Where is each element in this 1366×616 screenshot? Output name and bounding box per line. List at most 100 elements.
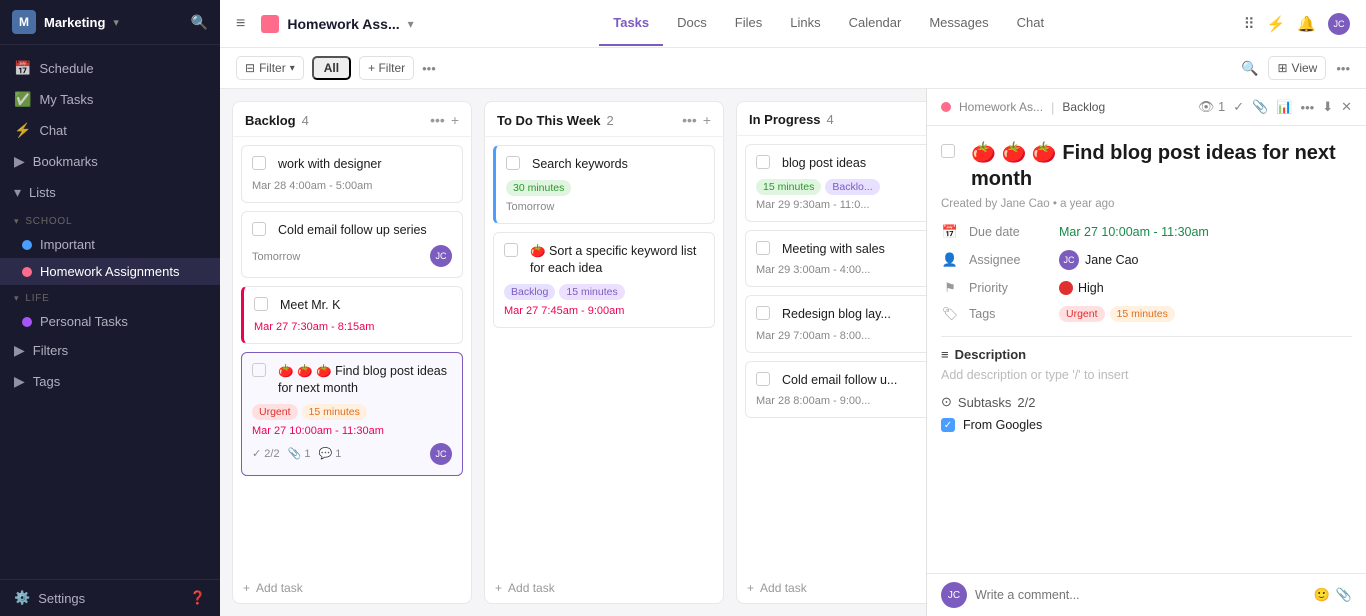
- emoji-icon[interactable]: 🙂: [1314, 587, 1330, 603]
- card-checkbox[interactable]: [506, 156, 520, 170]
- comment-icon: 💬 1: [318, 447, 341, 460]
- card-checkbox[interactable]: [756, 241, 770, 255]
- field-label-due-date: Due date: [969, 225, 1049, 239]
- tag-minutes[interactable]: 15 minutes: [1110, 306, 1175, 322]
- detail-checkbox[interactable]: [941, 144, 955, 158]
- card-checkbox[interactable]: [252, 156, 266, 170]
- more-options-icon[interactable]: •••: [422, 61, 436, 76]
- field-priority: ⚑ Priority High: [941, 280, 1352, 296]
- card-keyword-list[interactable]: 🍅 Sort a specific keyword list for each …: [493, 232, 715, 328]
- tab-chat[interactable]: Chat: [1003, 1, 1058, 46]
- card-cold-email[interactable]: Cold email follow up series Tomorrow JC: [241, 211, 463, 279]
- add-filter-button[interactable]: + Filter: [359, 56, 414, 80]
- add-icon: +: [747, 581, 754, 595]
- sidebar-item-filters[interactable]: ▶ Filters: [0, 335, 220, 366]
- workspace-switcher[interactable]: M Marketing ▾: [12, 10, 119, 34]
- chevron-right-filters: ▶: [14, 342, 25, 359]
- lightning-icon[interactable]: ⚡: [1267, 15, 1286, 33]
- tab-calendar[interactable]: Calendar: [835, 1, 916, 46]
- close-icon[interactable]: ✕: [1341, 99, 1352, 115]
- card-tags: Backlog 15 minutes: [504, 284, 704, 300]
- description-placeholder[interactable]: Add description or type '/' to insert: [941, 368, 1352, 382]
- tag-urgent[interactable]: Urgent: [1059, 306, 1105, 322]
- filter-bar-right: 🔍 ⊞ View •••: [1241, 56, 1350, 80]
- subtask-checkbox-1[interactable]: ✓: [941, 418, 955, 432]
- more-icon[interactable]: •••: [1336, 61, 1350, 76]
- backlog-add-task[interactable]: + Add task: [233, 573, 471, 603]
- card-work-designer[interactable]: work with designer Mar 28 4:00am - 5:00a…: [241, 145, 463, 203]
- field-value-due-date[interactable]: Mar 27 10:00am - 11:30am: [1059, 225, 1209, 239]
- card-date: Mar 29 3:00am - 4:00...: [756, 264, 926, 276]
- card-checkbox[interactable]: [252, 222, 266, 236]
- card-checkbox[interactable]: [756, 306, 770, 320]
- card-checkbox[interactable]: [504, 243, 518, 257]
- backlog-add-icon[interactable]: +: [451, 112, 459, 128]
- search-icon[interactable]: 🔍: [1241, 60, 1258, 77]
- hamburger-menu[interactable]: ≡: [236, 15, 245, 33]
- sidebar-item-chat[interactable]: ⚡ Chat: [0, 115, 220, 146]
- filter-button[interactable]: ⊟ Filter ▾: [236, 56, 304, 80]
- chevron-down-icon-lists: ▾: [14, 184, 21, 201]
- inprogress-add-task[interactable]: + Add task: [737, 573, 926, 603]
- project-chevron-icon[interactable]: ▾: [408, 17, 414, 31]
- card-date: Tomorrow: [252, 251, 300, 263]
- bell-icon[interactable]: 🔔: [1297, 15, 1316, 33]
- sidebar-item-tags[interactable]: ▶ Tags: [0, 366, 220, 397]
- attachment-icon[interactable]: 📎: [1252, 99, 1268, 115]
- apps-icon[interactable]: ⠿: [1244, 15, 1255, 33]
- add-icon: +: [495, 581, 502, 595]
- todo-add-icon[interactable]: +: [703, 112, 711, 128]
- card-meet-mr-k[interactable]: Meet Mr. K Mar 27 7:30am - 8:15am: [241, 286, 463, 344]
- todo-more-icon[interactable]: •••: [682, 112, 697, 128]
- tab-docs[interactable]: Docs: [663, 1, 721, 46]
- card-checkbox[interactable]: [756, 372, 770, 386]
- card-search-keywords[interactable]: Search keywords 30 minutes Tomorrow: [493, 145, 715, 224]
- sidebar-item-important[interactable]: Important: [0, 231, 220, 258]
- sidebar-search-icon[interactable]: 🔍: [191, 14, 208, 31]
- sidebar-item-my-tasks[interactable]: ✅ My Tasks: [0, 84, 220, 115]
- card-checkbox[interactable]: [252, 363, 266, 377]
- settings-item[interactable]: ⚙️ Settings: [14, 590, 85, 606]
- comment-input[interactable]: [975, 588, 1306, 602]
- card-checkbox[interactable]: [254, 297, 268, 311]
- field-value-priority[interactable]: High: [1078, 281, 1104, 295]
- calendar-icon: 📅: [941, 224, 959, 240]
- attach-icon[interactable]: 📎: [1336, 587, 1352, 603]
- description-header: ≡ Description: [941, 347, 1352, 362]
- workspace-name: Marketing: [44, 15, 105, 30]
- sidebar-header: M Marketing ▾ 🔍: [0, 0, 220, 45]
- tab-messages[interactable]: Messages: [915, 1, 1002, 46]
- chart-icon[interactable]: 📊: [1276, 99, 1292, 115]
- column-todo-actions: ••• +: [682, 112, 711, 128]
- card-checkbox[interactable]: [756, 155, 770, 169]
- sidebar-item-homework[interactable]: Homework Assignments: [0, 258, 220, 285]
- filter-icon: ⊟: [245, 61, 255, 75]
- card-meeting-sales[interactable]: Meeting with sales Mar 29 3:00am - 4:00.…: [745, 230, 926, 288]
- more-icon[interactable]: •••: [1301, 100, 1315, 115]
- card-redesign-blog[interactable]: Redesign blog lay... Mar 29 7:00am - 8:0…: [745, 295, 926, 353]
- all-filter-button[interactable]: All: [312, 56, 351, 80]
- card-blog-ideas[interactable]: blog post ideas 15 minutes Backlo... Mar…: [745, 144, 926, 222]
- field-value-assignee[interactable]: Jane Cao: [1085, 253, 1139, 267]
- sidebar-item-personal[interactable]: Personal Tasks: [0, 308, 220, 335]
- minimize-icon[interactable]: ⬇: [1322, 99, 1333, 115]
- sidebar-item-lists[interactable]: ▾ Lists: [0, 177, 220, 208]
- user-avatar[interactable]: JC: [1328, 13, 1350, 35]
- section-school[interactable]: ▾ SCHOOL: [0, 208, 220, 231]
- check-icon[interactable]: ✓: [1233, 99, 1244, 115]
- sidebar-item-schedule[interactable]: 📅 Schedule: [0, 53, 220, 84]
- section-life[interactable]: ▾ LIFE: [0, 285, 220, 308]
- backlog-more-icon[interactable]: •••: [430, 112, 445, 128]
- subtasks-section: ⊙ Subtasks 2/2 ✓ From Googles: [941, 394, 1352, 432]
- sidebar-item-bookmarks[interactable]: ▶ Bookmarks: [0, 146, 220, 177]
- comment-avatar: JC: [941, 582, 967, 608]
- tab-tasks[interactable]: Tasks: [599, 1, 663, 46]
- tab-links[interactable]: Links: [776, 1, 834, 46]
- tab-files[interactable]: Files: [721, 1, 776, 46]
- watch-icon[interactable]: 👁 1: [1198, 99, 1225, 115]
- help-icon[interactable]: ❓: [190, 590, 206, 606]
- card-blog-post[interactable]: 🍅 🍅 🍅 Find blog post ideas for next mont…: [241, 352, 463, 476]
- todo-add-task[interactable]: + Add task: [485, 573, 723, 603]
- card-cold-email-follow[interactable]: Cold email follow u... Mar 28 8:00am - 9…: [745, 361, 926, 419]
- view-button[interactable]: ⊞ View: [1268, 56, 1326, 80]
